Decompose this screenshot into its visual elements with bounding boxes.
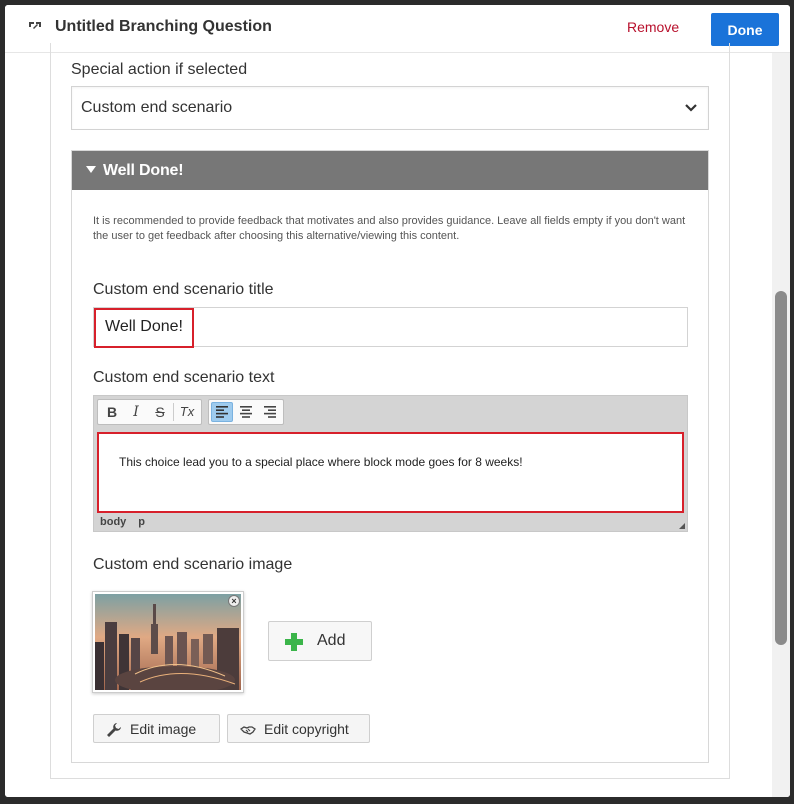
align-center-button[interactable] (235, 402, 257, 422)
remove-image-icon[interactable]: × (228, 595, 240, 607)
align-right-button[interactable] (259, 402, 281, 422)
toolbar-divider (173, 403, 174, 421)
editor-status-path: body p (100, 516, 157, 528)
end-text-editor-area[interactable]: This choice lead you to a special place … (97, 432, 684, 513)
done-button[interactable]: Done (711, 13, 779, 46)
remove-button[interactable]: Remove (627, 19, 679, 35)
edit-image-button[interactable]: Edit image (93, 714, 220, 743)
feedback-panel-header[interactable]: Well Done! (72, 151, 708, 190)
scrollbar-thumb[interactable] (775, 291, 787, 645)
format-toolbar-group: B I S Tx (97, 399, 202, 425)
end-text-value: This choice lead you to a special place … (119, 455, 523, 469)
feedback-description: It is recommended to provide feedback th… (93, 215, 686, 242)
feedback-panel-title: Well Done! (103, 162, 184, 179)
bold-button[interactable]: B (101, 402, 123, 422)
italic-button[interactable]: I (125, 402, 147, 422)
end-title-label: Custom end scenario title (93, 281, 274, 298)
edit-copyright-label: Edit copyright (264, 721, 349, 737)
align-right-icon (264, 406, 276, 418)
end-text-label: Custom end scenario text (93, 369, 275, 386)
branching-icon (29, 22, 41, 29)
special-action-value: Custom end scenario (81, 99, 233, 116)
editor-dialog: Untitled Branching Question Remove Done … (5, 5, 790, 797)
add-image-label: Add (317, 632, 346, 649)
align-left-button[interactable] (211, 402, 233, 422)
special-action-select[interactable]: Custom end scenario (71, 86, 709, 130)
image-thumbnail[interactable]: × (92, 591, 244, 693)
end-title-input[interactable]: Well Done! (93, 307, 688, 348)
align-toolbar-group (208, 399, 284, 425)
plus-icon (285, 633, 303, 651)
rich-text-editor: B I S Tx This choice lead you to a speci… (93, 395, 688, 532)
special-action-label: Special action if selected (71, 61, 248, 78)
status-path-body[interactable]: body (100, 516, 126, 528)
city-skyline-image (95, 594, 241, 690)
end-title-value: Well Done! (105, 318, 183, 335)
feedback-panel: Well Done! It is recommended to provide … (71, 150, 709, 763)
edit-image-label: Edit image (130, 721, 197, 737)
add-image-button[interactable]: Add (268, 621, 372, 661)
wrench-icon (107, 723, 121, 737)
dialog-content: Special action if selected Custom end sc… (5, 43, 790, 797)
align-center-icon (240, 406, 252, 418)
scrollbar[interactable] (772, 53, 790, 797)
clear-formatting-button[interactable]: Tx (176, 402, 198, 422)
handshake-icon (240, 726, 256, 735)
status-path-p[interactable]: p (138, 516, 145, 528)
end-image-label: Custom end scenario image (93, 556, 293, 573)
collapse-triangle-icon (86, 166, 96, 173)
resize-handle-icon[interactable] (679, 523, 685, 529)
dialog-title: Untitled Branching Question (55, 18, 272, 35)
edit-copyright-button[interactable]: Edit copyright (227, 714, 370, 743)
strikethrough-button[interactable]: S (149, 402, 171, 422)
align-left-icon (216, 406, 228, 418)
chevron-down-icon (685, 104, 697, 112)
